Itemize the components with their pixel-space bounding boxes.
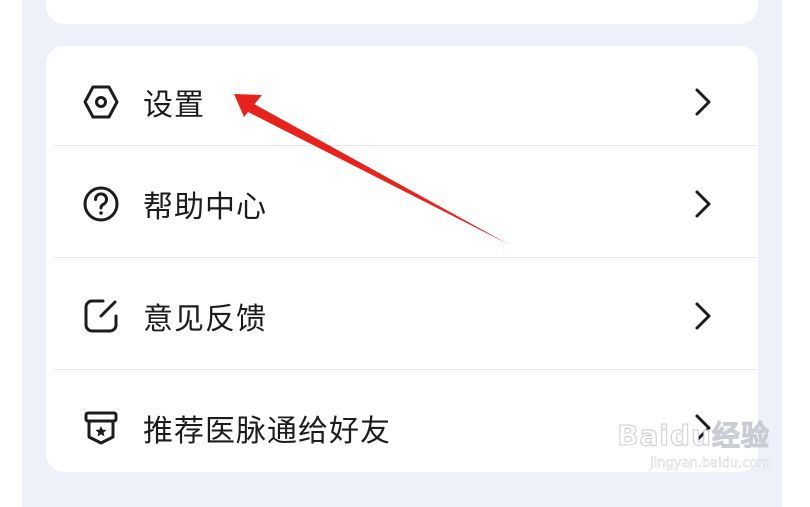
- divider: [54, 257, 758, 258]
- watermark-logo: Baidu经验: [617, 419, 770, 453]
- menu-item-label: 推荐医脉通给好友: [143, 414, 391, 449]
- settings-icon: [81, 82, 121, 122]
- menu-card: 设置 帮助中心 意见反馈 推荐医脉通给好友: [46, 46, 758, 472]
- help-circle-icon: [81, 184, 121, 224]
- menu-item-label: 意见反馈: [143, 302, 267, 337]
- recommend-badge-icon: [81, 408, 121, 448]
- watermark-url: jingyan.baidu.com: [650, 456, 770, 471]
- chevron-right-icon: [690, 298, 716, 334]
- chevron-right-icon: [690, 84, 716, 120]
- divider: [54, 369, 758, 370]
- menu-item-settings[interactable]: 设置: [46, 46, 758, 158]
- divider: [54, 145, 758, 146]
- menu-item-label: 设置: [143, 88, 205, 123]
- previous-section-card: [46, 0, 758, 24]
- menu-item-label: 帮助中心: [143, 190, 267, 225]
- chevron-right-icon: [690, 186, 716, 222]
- menu-item-help-center[interactable]: 帮助中心: [46, 148, 758, 260]
- feedback-edit-icon: [81, 296, 121, 336]
- menu-item-feedback[interactable]: 意见反馈: [46, 260, 758, 372]
- baidu-jingyan-watermark: Baidu经验 jingyan.baidu.com: [617, 414, 771, 472]
